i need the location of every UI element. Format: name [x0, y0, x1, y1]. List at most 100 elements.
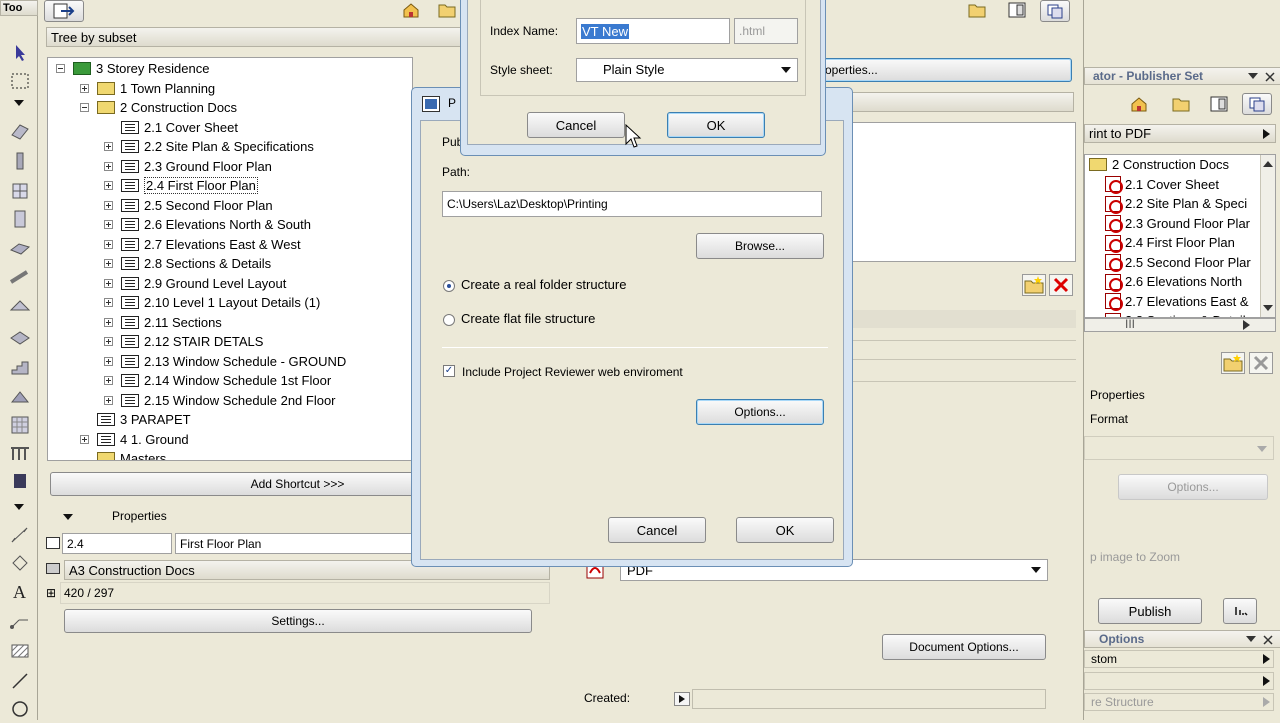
publish-set-selector[interactable]: rint to PDF: [1084, 124, 1276, 143]
folder-icon[interactable]: [968, 2, 986, 18]
tree-row[interactable]: 2.11 Sections: [104, 313, 222, 332]
railing-tool-icon[interactable]: [9, 442, 31, 464]
expand-toggle-icon[interactable]: [104, 395, 113, 405]
options-button[interactable]: Options...: [1118, 474, 1268, 500]
line-tool-icon[interactable]: [9, 670, 31, 692]
delete-icon[interactable]: [1049, 274, 1073, 296]
expand-toggle-icon[interactable]: [104, 200, 113, 210]
dropdown-arrow-icon[interactable]: [9, 96, 31, 110]
expand-toggle-icon[interactable]: [80, 103, 89, 112]
tree-row[interactable]: 2.4 First Floor Plan: [104, 176, 258, 195]
format-label[interactable]: Format: [1090, 412, 1128, 426]
door-tool-icon[interactable]: [9, 208, 31, 230]
index-cancel-button[interactable]: Cancel: [527, 112, 625, 138]
properties-label[interactable]: Properties: [1090, 388, 1145, 402]
tree-row[interactable]: 2.9 Ground Level Layout: [104, 274, 286, 293]
label-tool-icon[interactable]: [9, 610, 31, 632]
wall-tool-icon[interactable]: [9, 120, 31, 142]
home-icon[interactable]: [402, 2, 420, 18]
publisher-view-icon[interactable]: [1040, 0, 1070, 22]
tree-row[interactable]: 2.2 Site Plan & Specifications: [104, 137, 314, 156]
publisher-tree-row[interactable]: 2.1 Cover Sheet: [1105, 175, 1219, 194]
close-icon[interactable]: [1265, 72, 1275, 82]
delete-icon[interactable]: [1249, 352, 1273, 374]
object-tool-icon[interactable]: [9, 470, 31, 492]
expand-toggle-icon[interactable]: [104, 220, 113, 229]
folder-icon[interactable]: [438, 2, 456, 18]
chevron-up-icon[interactable]: [1263, 159, 1273, 167]
tree-row[interactable]: 2.5 Second Floor Plan: [104, 196, 273, 215]
format-dropdown[interactable]: [1084, 436, 1274, 460]
publisher-tree-row[interactable]: 2.4 First Floor Plan: [1105, 233, 1235, 253]
expand-toggle-icon[interactable]: [104, 259, 113, 268]
properties-section-header[interactable]: Properties: [62, 508, 362, 526]
publish-cancel-button[interactable]: Cancel: [608, 517, 706, 543]
expand-toggle-icon[interactable]: [104, 142, 113, 151]
play-icon[interactable]: [674, 692, 690, 706]
radio-real-label[interactable]: Create a real folder structure: [461, 277, 626, 292]
publisher-tree[interactable]: 2 Construction Docs 2.1 Cover Sheet 2.2 Si…: [1084, 154, 1276, 318]
new-folder-icon[interactable]: [1022, 274, 1046, 296]
expand-toggle-icon[interactable]: [104, 337, 113, 346]
index-ok-button[interactable]: OK: [667, 112, 765, 138]
circle-tool-icon[interactable]: [9, 698, 31, 720]
publisher-tree-row[interactable]: 2.6 Elevations North: [1105, 272, 1242, 292]
tree-row[interactable]: 2.15 Window Schedule 2nd Floor: [104, 391, 336, 410]
publisher-tree-row[interactable]: 2.2 Site Plan & Speci: [1105, 194, 1247, 214]
stair-tool-icon[interactable]: [9, 356, 31, 378]
home-icon[interactable]: [1130, 96, 1148, 112]
beam-tool-icon[interactable]: [9, 266, 31, 288]
marquee-tool-icon[interactable]: [9, 70, 31, 92]
close-icon[interactable]: [1263, 635, 1273, 645]
include-reviewer-checkbox[interactable]: ✓: [443, 365, 455, 377]
shell-tool-icon[interactable]: [9, 326, 31, 348]
expand-toggle-icon[interactable]: [80, 83, 89, 93]
publisher-tree-row[interactable]: 2.3 Ground Floor Plar: [1105, 214, 1250, 233]
publisher-tree-row[interactable]: 2.5 Second Floor Plar: [1105, 253, 1251, 272]
publish-button[interactable]: Publish: [1098, 598, 1202, 624]
publish-menu-button[interactable]: [44, 0, 84, 22]
expand-toggle-icon[interactable]: [104, 278, 113, 288]
layout-view-icon[interactable]: [1008, 2, 1026, 18]
publisher-tree-row[interactable]: 2.7 Elevations East &: [1105, 292, 1249, 311]
include-reviewer-label[interactable]: Include Project Reviewer web enviroment: [462, 365, 683, 379]
vertical-scrollbar[interactable]: [1260, 155, 1275, 317]
tree-row[interactable]: 2.3 Ground Floor Plan: [104, 157, 272, 176]
expand-toggle-icon[interactable]: [104, 298, 113, 307]
blank-selector[interactable]: [1084, 672, 1274, 690]
radio-flat-label[interactable]: Create flat file structure: [461, 311, 595, 326]
navigator-tree[interactable]: 3 Storey Residence 1 Town Planning 2 Const…: [47, 57, 413, 461]
expand-toggle-icon[interactable]: [104, 376, 113, 385]
tree-row[interactable]: 2.8 Sections & Details: [104, 254, 271, 273]
slab-tool-icon[interactable]: [9, 236, 31, 258]
expand-toggle-icon[interactable]: [104, 356, 113, 366]
chevron-down-icon[interactable]: [1263, 305, 1273, 313]
expand-toggle-icon[interactable]: [104, 239, 113, 249]
chevron-down-icon[interactable]: [1248, 73, 1258, 81]
tree-row[interactable]: Masters: [80, 449, 166, 460]
tree-row[interactable]: 2.10 Level 1 Layout Details (1): [104, 293, 320, 312]
name-field[interactable]: First Floor Plan: [175, 533, 415, 554]
publisher-tree-row[interactable]: 2 Construction Docs: [1089, 155, 1229, 174]
settings-button[interactable]: Settings...: [64, 609, 532, 633]
path-field[interactable]: C:\Users\Laz\Desktop\Printing: [442, 191, 822, 217]
new-folder-icon[interactable]: [1221, 352, 1245, 374]
tree-row[interactable]: 4 1. Ground: [80, 430, 189, 449]
grid-tool-icon[interactable]: [9, 414, 31, 436]
publish-ok-button[interactable]: OK: [736, 517, 834, 543]
expand-toggle-icon[interactable]: [104, 317, 113, 327]
publisher-view-icon[interactable]: [1242, 93, 1272, 115]
custom-selector[interactable]: stom: [1084, 650, 1274, 668]
properties-button[interactable]: roperties...: [810, 58, 1072, 82]
text-tool-icon[interactable]: A: [9, 580, 31, 602]
dropdown-arrow-icon[interactable]: [9, 500, 31, 514]
browse-button[interactable]: Browse...: [696, 233, 824, 259]
id-field[interactable]: 2.4: [62, 533, 172, 554]
roof-tool-icon[interactable]: [9, 296, 31, 318]
tree-row[interactable]: 3 Storey Residence: [56, 59, 209, 78]
tree-row[interactable]: 2.6 Elevations North & South: [104, 215, 311, 234]
index-name-field[interactable]: VT New: [576, 18, 730, 44]
dimension-tool-icon[interactable]: [9, 524, 31, 546]
publish-options-button[interactable]: [1223, 598, 1257, 624]
chevron-down-icon[interactable]: [1246, 636, 1256, 644]
